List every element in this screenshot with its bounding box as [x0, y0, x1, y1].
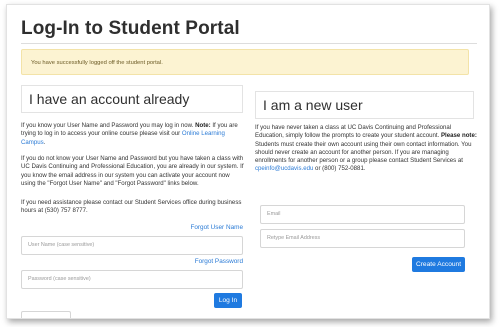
login-intro-text: If you know your User Name and Password …	[21, 122, 245, 147]
new-user-text: If you have never taken a class at UC Da…	[255, 124, 477, 174]
new-user-note-label: Please note:	[440, 132, 477, 140]
forgot-password-link[interactable]: Forgot Password	[157, 258, 243, 265]
login-activation-text: If you do not know your User Name and Pa…	[21, 155, 244, 187]
retype-email-input[interactable]: Retype Email Address	[260, 229, 465, 248]
create-account-button[interactable]: Create Account	[412, 257, 465, 272]
page-title: Log-In to Student Portal	[21, 18, 240, 39]
title-divider	[21, 43, 477, 44]
forgot-username-link[interactable]: Forgot User Name	[157, 224, 243, 231]
login-intro-part-a: If you know your User Name and Password …	[21, 122, 196, 129]
username-input[interactable]: User Name (case sensitive)	[21, 236, 243, 255]
login-assistance-text: If you need assistance please contact ou…	[21, 199, 242, 215]
login-button[interactable]: Log In	[214, 293, 242, 308]
student-services-email-link[interactable]: cpeinfo@ucdavis.edu	[255, 165, 313, 172]
partial-panel-edge	[21, 311, 71, 318]
password-input[interactable]: Password (case sensitive)	[21, 270, 243, 289]
login-card: Log-In to Student Portal You have succes…	[6, 4, 490, 319]
existing-account-heading: I have an account already	[21, 85, 243, 113]
new-user-part-b: Students must create their own account u…	[255, 140, 472, 165]
logout-alert: You have successfully logged off the stu…	[21, 49, 469, 75]
login-note-label: Note:	[195, 122, 211, 129]
email-input[interactable]: Email	[260, 205, 465, 224]
new-user-end: or (800) 752-0881.	[313, 165, 366, 173]
new-user-heading: I am a new user	[255, 91, 474, 119]
login-intro-end: .	[43, 138, 46, 146]
new-user-part-a: If you have never taken a class at UC Da…	[255, 124, 452, 140]
